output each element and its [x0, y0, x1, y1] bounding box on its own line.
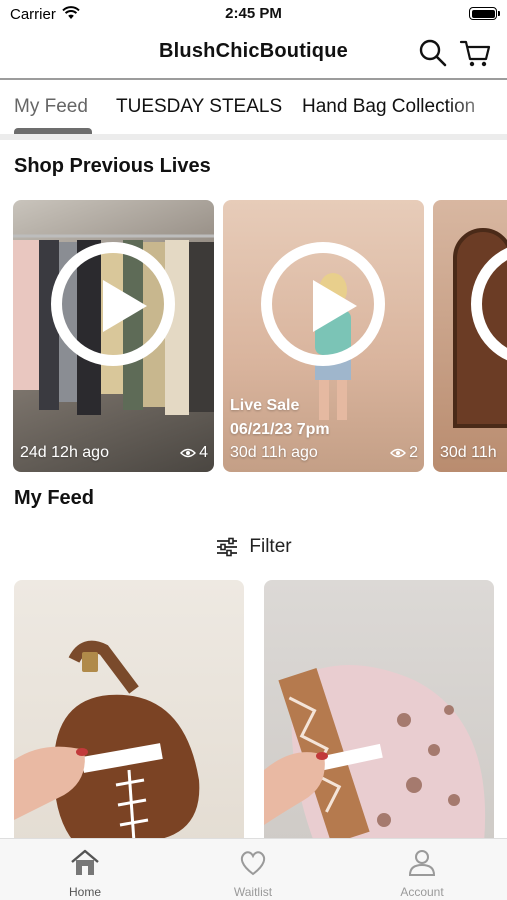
view-count: 2	[390, 444, 418, 462]
nav-label-account: Account	[400, 885, 444, 899]
previous-lives-carousel[interactable]: 24d 12h ago 4 Live Sale 06/21/23 7pm 30d…	[0, 200, 507, 472]
eye-icon	[180, 448, 197, 458]
user-icon	[408, 850, 436, 876]
category-tabs: My Feed TUESDAY STEALS Hand Bag Collecti…	[0, 82, 507, 134]
view-count-value: 2	[409, 444, 418, 461]
nav-home[interactable]: Home	[25, 847, 145, 899]
view-count: 4	[180, 444, 208, 462]
football-sling-bag-image	[14, 640, 200, 842]
nav-account[interactable]: Account	[362, 847, 482, 899]
tab-tuesday-steals[interactable]: TUESDAY STEALS	[116, 96, 282, 118]
search-icon	[419, 39, 447, 67]
view-count-value: 4	[199, 444, 208, 461]
leopard-sling-bag-image	[264, 665, 486, 842]
tab-my-feed[interactable]: My Feed	[14, 96, 88, 118]
status-bar: Carrier 2:45 PM	[0, 0, 507, 28]
nav-label-waitlist: Waitlist	[233, 885, 273, 899]
live-sale-date: 06/21/23 7pm	[230, 421, 330, 438]
product-card[interactable]	[264, 580, 494, 842]
cart-button[interactable]	[459, 37, 491, 69]
tabs-fade	[447, 82, 507, 134]
battery-icon	[469, 7, 500, 20]
divider	[0, 134, 507, 140]
live-sale-label: Live Sale	[230, 397, 300, 414]
filter-button[interactable]: Filter	[0, 534, 507, 560]
live-video-card[interactable]: 24d 12h ago 4	[13, 200, 214, 472]
cart-icon	[459, 40, 491, 67]
bottom-tab-bar: Home Waitlist Account	[0, 838, 507, 900]
live-sale-badge: Live Sale 06/21/23 7pm	[230, 394, 330, 442]
sliders-icon	[217, 537, 238, 557]
app-header: BlushChicBoutique	[0, 28, 507, 80]
live-time-ago: 30d 11h ago	[230, 444, 318, 461]
nav-waitlist[interactable]: Waitlist	[193, 847, 313, 899]
product-card[interactable]	[14, 580, 244, 842]
nav-label-home: Home	[68, 885, 101, 899]
search-button[interactable]	[417, 37, 449, 69]
home-icon	[71, 849, 99, 875]
heart-icon	[240, 851, 266, 876]
section-title-my-feed: My Feed	[14, 487, 95, 509]
live-time-ago: 30d 11h	[440, 444, 497, 461]
section-title-previous-lives: Shop Previous Lives	[14, 155, 211, 177]
live-video-card[interactable]: Live Sale 06/21/23 7pm 30d 11h ago 2	[223, 200, 424, 472]
filter-label: Filter	[249, 536, 292, 557]
play-icon[interactable]	[261, 242, 385, 366]
live-video-card[interactable]: 30d 11h	[433, 200, 507, 472]
live-time-ago: 24d 12h ago	[20, 444, 109, 461]
clock: 2:45 PM	[225, 5, 282, 22]
eye-icon	[390, 448, 407, 458]
play-icon[interactable]	[51, 242, 175, 366]
